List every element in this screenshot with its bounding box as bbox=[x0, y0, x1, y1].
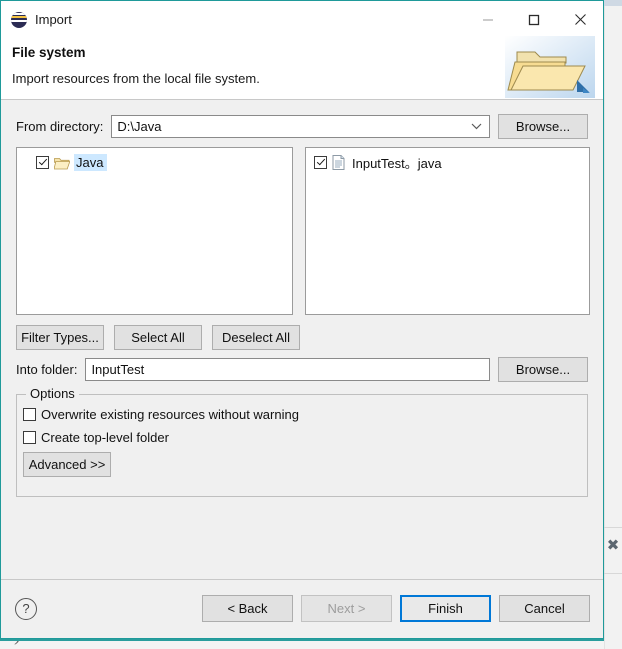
into-folder-row: Into folder: InputTest Browse... bbox=[16, 357, 588, 382]
close-icon bbox=[574, 14, 586, 25]
overwrite-existing-checkbox[interactable] bbox=[23, 408, 36, 421]
next-button: Next > bbox=[301, 595, 392, 622]
tree-item-checkbox[interactable] bbox=[36, 156, 49, 169]
source-folder-tree[interactable]: Java bbox=[16, 147, 293, 315]
deselect-all-button[interactable]: Deselect All bbox=[212, 325, 300, 350]
browse-from-directory-button[interactable]: Browse... bbox=[498, 114, 588, 139]
dialog-titlebar[interactable]: Import bbox=[1, 1, 603, 38]
overwrite-existing-option[interactable]: Overwrite existing resources without war… bbox=[23, 407, 299, 422]
page-title: File system bbox=[12, 45, 86, 60]
close-button[interactable] bbox=[557, 1, 603, 38]
create-top-level-folder-checkbox[interactable] bbox=[23, 431, 36, 444]
from-directory-combo[interactable]: D:\Java bbox=[111, 115, 490, 138]
tree-item[interactable]: Java bbox=[17, 153, 292, 172]
from-directory-value: D:\Java bbox=[117, 119, 162, 134]
list-item-checkbox[interactable] bbox=[314, 156, 327, 169]
backdrop-bottom-rule bbox=[0, 639, 604, 641]
from-directory-label: From directory: bbox=[16, 119, 104, 134]
advanced-button[interactable]: Advanced >> bbox=[23, 452, 111, 477]
open-folder-icon bbox=[505, 36, 595, 98]
create-top-level-folder-option[interactable]: Create top-level folder bbox=[23, 430, 169, 445]
footer-buttons: < Back Next > Finish Cancel bbox=[202, 595, 590, 622]
into-folder-label: Into folder: bbox=[16, 362, 78, 377]
browse-into-folder-button[interactable]: Browse... bbox=[498, 357, 588, 382]
back-button[interactable]: < Back bbox=[202, 595, 293, 622]
into-folder-input[interactable]: InputTest bbox=[85, 358, 490, 381]
tree-item-label: Java bbox=[74, 154, 108, 171]
backdrop-divider-lower bbox=[604, 573, 622, 574]
page-description: Import resources from the local file sys… bbox=[12, 71, 260, 86]
window-controls bbox=[465, 1, 603, 38]
minimize-icon bbox=[483, 19, 493, 20]
cancel-button[interactable]: Cancel bbox=[499, 595, 590, 622]
dialog-footer: ? < Back Next > Finish Cancel bbox=[1, 579, 603, 638]
options-group-title: Options bbox=[26, 386, 79, 401]
import-dialog: Import File system Import resources from… bbox=[0, 0, 604, 639]
backdrop-divider-upper bbox=[604, 527, 622, 528]
maximize-button[interactable] bbox=[511, 1, 557, 38]
chevron-down-icon[interactable] bbox=[471, 116, 482, 137]
file-icon bbox=[332, 155, 345, 170]
select-all-button[interactable]: Select All bbox=[114, 325, 202, 350]
maximize-icon bbox=[528, 14, 540, 25]
open-folder-icon bbox=[53, 156, 71, 170]
dialog-title: Import bbox=[35, 12, 72, 27]
eclipse-icon bbox=[11, 11, 27, 28]
finish-button[interactable]: Finish bbox=[400, 595, 491, 622]
list-item[interactable]: InputTest。java bbox=[306, 153, 589, 172]
question-mark-icon[interactable]: ? bbox=[15, 598, 37, 620]
list-item-label: InputTest。java bbox=[352, 156, 442, 171]
selection-buttons-row: Filter Types... Select All Deselect All bbox=[16, 325, 300, 350]
create-top-level-folder-label: Create top-level folder bbox=[41, 430, 169, 445]
file-list-panel[interactable]: InputTest。java bbox=[305, 147, 590, 315]
dialog-header: File system Import resources from the lo… bbox=[1, 36, 603, 100]
options-group: Options Overwrite existing resources wit… bbox=[16, 386, 588, 497]
from-directory-row: From directory: D:\Java Browse... bbox=[16, 114, 588, 139]
minimize-button[interactable] bbox=[465, 1, 511, 38]
dialog-body: From directory: D:\Java Browse... Java I… bbox=[1, 100, 603, 579]
filter-types-button[interactable]: Filter Types... bbox=[16, 325, 104, 350]
backdrop-close-icon[interactable]: ✖ bbox=[605, 537, 621, 553]
overwrite-existing-label: Overwrite existing resources without war… bbox=[41, 407, 299, 422]
